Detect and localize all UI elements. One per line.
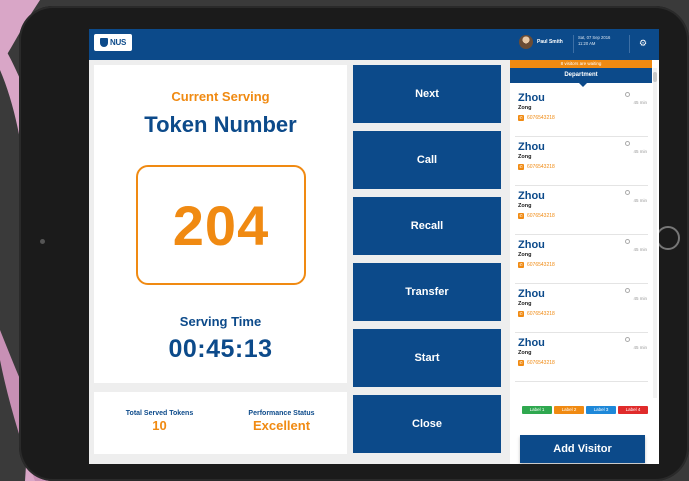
phone-icon: ✆ <box>518 360 524 366</box>
divider <box>629 35 630 53</box>
waiting-banner: 8 visitors are waiting <box>510 60 652 68</box>
serving-time-value: 00:45:13 <box>168 335 273 363</box>
clock-icon <box>625 337 630 342</box>
visitor-panel: 8 visitors are waiting Department Zhou Z… <box>510 60 659 464</box>
visitor-wait-time: 45 min <box>633 100 647 105</box>
date-time: Sat, 07 Sep 2016 11:20 AM <box>578 35 610 47</box>
visitor-item[interactable]: Zhou Zong ✆ 6076543218 45 min <box>515 237 648 284</box>
time-text: 11:20 AM <box>578 41 596 46</box>
visitor-first-name: Zhou <box>518 92 545 104</box>
camera-icon <box>40 239 45 244</box>
start-button[interactable]: Start <box>353 329 501 387</box>
nus-logo: NUS <box>94 34 132 51</box>
label-tag-2[interactable]: Label 2 <box>554 406 584 414</box>
visitor-wait-time: 45 min <box>633 247 647 252</box>
next-button[interactable]: Next <box>353 65 501 123</box>
label-tag-3[interactable]: Label 3 <box>586 406 616 414</box>
performance-value: Excellent <box>252 418 311 433</box>
visitor-item[interactable]: Zhou Zong ✆ 6076543218 45 min <box>515 139 648 186</box>
divider <box>573 35 574 53</box>
avatar[interactable] <box>519 35 533 49</box>
token-number: 204 <box>172 193 270 257</box>
label-tag-1[interactable]: Label 1 <box>522 406 552 414</box>
visitor-first-name: Zhou <box>518 288 545 300</box>
visitor-wait-time: 45 min <box>633 149 647 154</box>
visitor-wait-time: 45 min <box>633 296 647 301</box>
phone-icon: ✆ <box>518 262 524 268</box>
visitor-first-name: Zhou <box>518 239 545 251</box>
visitor-wait-time: 45 min <box>633 198 647 203</box>
department-dropdown[interactable]: Department <box>510 68 652 83</box>
visitor-last-name: Zong <box>518 105 532 111</box>
clock-icon <box>625 190 630 195</box>
serving-time-label: Serving Time <box>179 314 262 329</box>
visitor-phone: 6076543218 <box>527 262 555 268</box>
visitor-item[interactable]: Zhou Zong ✆ 6076543218 45 min <box>515 335 648 382</box>
transfer-button[interactable]: Transfer <box>353 263 501 321</box>
clock-icon <box>625 288 630 293</box>
label-tag-4[interactable]: Label 4 <box>618 406 648 414</box>
total-served-value: 10 <box>152 418 167 433</box>
current-serving-heading: Current Serving <box>171 89 270 104</box>
phone-icon: ✆ <box>518 164 524 170</box>
total-served-label: Total Served Tokens <box>125 410 194 417</box>
visitor-last-name: Zong <box>518 252 532 258</box>
token-box: 204 <box>136 165 306 285</box>
current-serving-card: Current Serving Token Number 204 Serving… <box>94 65 347 383</box>
stats-card: Total Served Tokens 10 Performance Statu… <box>94 392 347 454</box>
top-bar: NUS Paul Smith Sat, 07 Sep 2016 11:20 AM… <box>89 29 659 60</box>
chevron-down-icon <box>579 83 587 87</box>
phone-icon: ✆ <box>518 213 524 219</box>
home-button[interactable] <box>656 226 680 250</box>
token-number-title: Token Number <box>144 112 297 137</box>
visitor-phone: 6076543218 <box>527 311 555 317</box>
close-button[interactable]: Close <box>353 395 501 453</box>
call-button[interactable]: Call <box>353 131 501 189</box>
label-tags: Label 1 Label 2 Label 3 Label 4 <box>522 406 648 414</box>
clock-icon <box>625 239 630 244</box>
visitor-wait-time: 45 min <box>633 345 647 350</box>
clock-icon <box>625 141 630 146</box>
visitor-phone: 6076543218 <box>527 213 555 219</box>
phone-icon: ✆ <box>518 311 524 317</box>
logo-text: NUS <box>110 38 126 47</box>
visitor-first-name: Zhou <box>518 141 545 153</box>
visitor-item[interactable]: Zhou Zong ✆ 6076543218 45 min <box>515 286 648 333</box>
visitor-phone: 6076543218 <box>527 164 555 170</box>
scroll-thumb[interactable] <box>653 72 657 82</box>
performance-label: Performance Status <box>248 410 315 417</box>
crest-icon <box>100 38 108 47</box>
tablet-device: NUS Paul Smith Sat, 07 Sep 2016 11:20 AM… <box>19 6 689 481</box>
clock-icon <box>625 92 630 97</box>
visitor-last-name: Zong <box>518 301 532 307</box>
recall-button[interactable]: Recall <box>353 197 501 255</box>
visitor-phone: 6076543218 <box>527 360 555 366</box>
visitor-item[interactable]: Zhou Zong ✆ 6076543218 45 min <box>515 188 648 235</box>
visitor-phone: 6076543218 <box>527 115 555 121</box>
app-screen: NUS Paul Smith Sat, 07 Sep 2016 11:20 AM… <box>89 29 659 464</box>
visitor-first-name: Zhou <box>518 337 545 349</box>
visitor-last-name: Zong <box>518 154 532 160</box>
user-name[interactable]: Paul Smith <box>537 39 563 45</box>
visitor-last-name: Zong <box>518 350 532 356</box>
visitor-first-name: Zhou <box>518 190 545 202</box>
phone-icon: ✆ <box>518 115 524 121</box>
performance-stat: Performance Status Excellent <box>224 410 339 433</box>
visitor-item[interactable]: Zhou Zong ✆ 6076543218 45 min <box>515 90 648 137</box>
scrollbar[interactable] <box>653 68 657 398</box>
gear-icon[interactable]: ⚙ <box>639 38 647 48</box>
add-visitor-button[interactable]: Add Visitor <box>520 435 645 463</box>
visitor-last-name: Zong <box>518 203 532 209</box>
total-served-stat: Total Served Tokens 10 <box>102 410 217 433</box>
